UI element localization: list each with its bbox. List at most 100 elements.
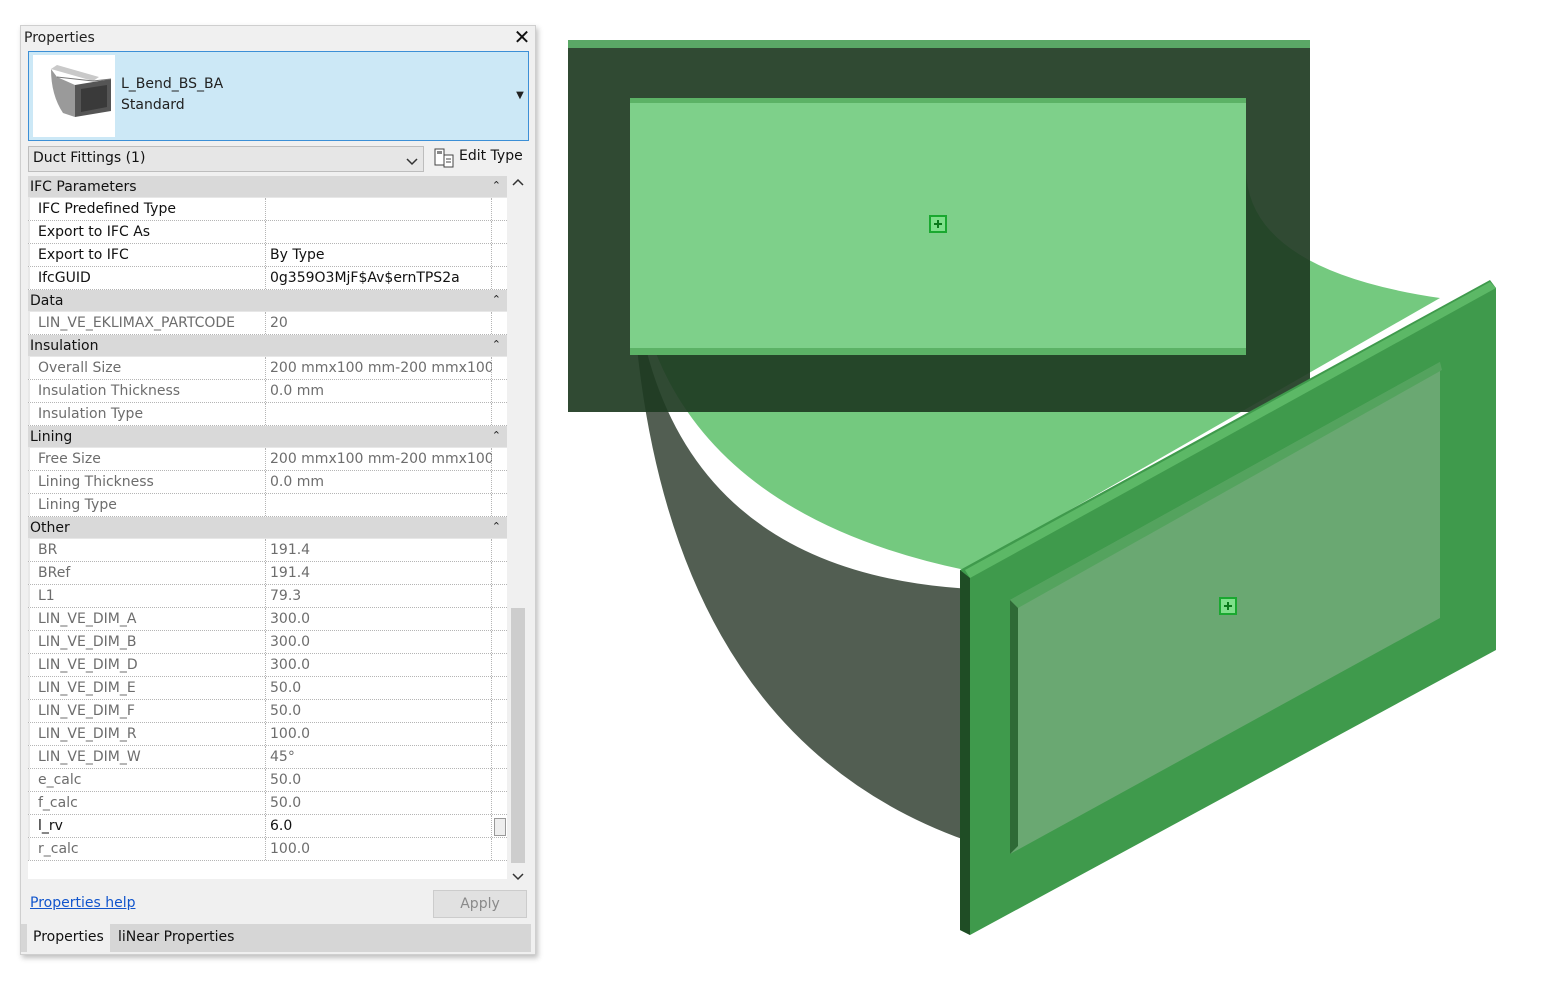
property-name: L1 <box>38 588 55 604</box>
property-row[interactable]: Lining Thickness 0.0 mm <box>28 471 507 494</box>
property-row[interactable]: IfcGUID 0g359O3MjF$Av$ernTPS2a <box>28 267 507 290</box>
property-row[interactable]: l_rv 6.0 <box>28 815 507 838</box>
property-name: BRef <box>38 565 71 581</box>
property-value[interactable]: 6.0 <box>270 818 492 834</box>
type-family-name: L_Bend_BS_BA <box>121 76 224 92</box>
property-value: 50.0 <box>270 680 302 696</box>
property-row[interactable]: LIN_VE_EKLIMAX_PARTCODE 20 <box>28 312 507 335</box>
group-lining[interactable]: Lining ⌃ <box>28 426 507 448</box>
collapse-chevron-icon[interactable]: ⌃ <box>492 338 501 351</box>
scroll-down-icon[interactable] <box>512 873 524 884</box>
property-row[interactable]: Export to IFC By Type <box>28 244 507 267</box>
property-name: Overall Size <box>38 360 122 376</box>
property-value: 0.0 mm <box>270 474 324 490</box>
property-name: Free Size <box>38 451 101 467</box>
collapse-chevron-icon[interactable]: ⌃ <box>492 179 501 192</box>
property-row[interactable]: Insulation Thickness 0.0 mm <box>28 380 507 403</box>
collapse-chevron-icon[interactable]: ⌃ <box>492 293 501 306</box>
property-value: 200 mmx100 mm-200 mmx100... <box>270 451 492 467</box>
property-name: l_rv <box>38 818 63 834</box>
property-name: LIN_VE_DIM_W <box>38 749 141 765</box>
property-row[interactable]: IFC Predefined Type <box>28 198 507 221</box>
group-label: Other <box>30 520 70 536</box>
property-row[interactable]: LIN_VE_DIM_B 300.0 <box>28 631 507 654</box>
apply-button[interactable]: Apply <box>433 890 527 918</box>
property-value: 200 mmx100 mm-200 mmx100... <box>270 360 492 376</box>
property-value: 100.0 <box>270 726 311 742</box>
property-value: 0.0 mm <box>270 383 324 399</box>
type-selector[interactable]: L_Bend_BS_BA Standard ▼ <box>28 51 529 141</box>
palette-title: Properties <box>24 30 95 46</box>
property-row[interactable]: e_calc 50.0 <box>28 769 507 792</box>
group-data[interactable]: Data ⌃ <box>28 290 507 312</box>
property-row[interactable]: f_calc 50.0 <box>28 792 507 815</box>
property-row[interactable]: LIN_VE_DIM_A 300.0 <box>28 608 507 631</box>
property-row[interactable]: L1 79.3 <box>28 585 507 608</box>
group-label: IFC Parameters <box>30 179 137 195</box>
group-label: Lining <box>30 429 73 445</box>
connector-marker-icon <box>929 215 947 233</box>
property-row[interactable]: LIN_VE_DIM_E 50.0 <box>28 677 507 700</box>
group-label: Insulation <box>30 338 99 354</box>
filter-label: Duct Fittings (1) <box>33 150 146 166</box>
property-row[interactable]: BRef 191.4 <box>28 562 507 585</box>
properties-grid: IFC Parameters ⌃ IFC Predefined Type Exp… <box>28 176 507 879</box>
property-name: Export to IFC As <box>38 224 151 240</box>
property-value: 50.0 <box>270 772 302 788</box>
scrollbar-thumb[interactable] <box>511 608 525 863</box>
property-row[interactable]: Insulation Type <box>28 403 507 426</box>
property-row[interactable]: Free Size 200 mmx100 mm-200 mmx100... <box>28 448 507 471</box>
property-value: 191.4 <box>270 565 311 581</box>
duct-bend-model[interactable] <box>560 30 1520 950</box>
edit-type-icon <box>433 147 455 173</box>
edit-type-button[interactable]: Edit Type <box>431 146 529 170</box>
property-row[interactable]: r_calc 100.0 <box>28 838 507 861</box>
property-row[interactable]: LIN_VE_DIM_R 100.0 <box>28 723 507 746</box>
type-dropdown-icon[interactable]: ▼ <box>514 90 526 102</box>
grid-scrollbar[interactable] <box>509 176 527 886</box>
property-name: e_calc <box>38 772 82 788</box>
property-value: 100.0 <box>270 841 311 857</box>
property-value: 300.0 <box>270 611 311 627</box>
value-edit-button[interactable] <box>494 818 506 836</box>
property-row[interactable]: Overall Size 200 mmx100 mm-200 mmx100... <box>28 357 507 380</box>
close-icon[interactable]: ✕ <box>513 26 531 48</box>
property-name: LIN_VE_DIM_R <box>38 726 137 742</box>
property-value: 50.0 <box>270 703 302 719</box>
property-row[interactable]: LIN_VE_DIM_W 45° <box>28 746 507 769</box>
property-value[interactable]: 0g359O3MjF$Av$ernTPS2a <box>270 270 492 286</box>
property-name: LIN_VE_DIM_F <box>38 703 135 719</box>
edit-type-label: Edit Type <box>459 148 523 164</box>
group-label: Data <box>30 293 64 309</box>
scroll-up-icon[interactable] <box>512 178 524 189</box>
collapse-chevron-icon[interactable]: ⌃ <box>492 520 501 533</box>
tab-linear-properties[interactable]: liNear Properties <box>112 924 240 952</box>
property-row[interactable]: LIN_VE_DIM_F 50.0 <box>28 700 507 723</box>
property-row[interactable]: BR 191.4 <box>28 539 507 562</box>
property-name: LIN_VE_DIM_B <box>38 634 137 650</box>
3d-viewport[interactable] <box>560 30 1520 950</box>
element-filter-dropdown[interactable]: Duct Fittings (1) <box>28 146 424 172</box>
property-name: Lining Type <box>38 497 117 513</box>
group-insulation[interactable]: Insulation ⌃ <box>28 335 507 357</box>
group-other[interactable]: Other ⌃ <box>28 517 507 539</box>
property-value: 79.3 <box>270 588 302 604</box>
property-name: IFC Predefined Type <box>38 201 176 217</box>
properties-help-link[interactable]: Properties help <box>30 895 135 911</box>
property-value[interactable]: By Type <box>270 247 492 263</box>
property-value: 45° <box>270 749 295 765</box>
property-name: f_calc <box>38 795 78 811</box>
tab-properties[interactable]: Properties <box>27 924 110 952</box>
property-row[interactable]: LIN_VE_DIM_D 300.0 <box>28 654 507 677</box>
property-name: BR <box>38 542 58 558</box>
property-row[interactable]: Export to IFC As <box>28 221 507 244</box>
property-value: 50.0 <box>270 795 302 811</box>
chevron-down-icon <box>405 152 419 171</box>
properties-palette: Properties ✕ L_Bend_BS_BA Standard ▼ Duc… <box>20 25 536 955</box>
collapse-chevron-icon[interactable]: ⌃ <box>492 429 501 442</box>
property-name: Insulation Thickness <box>38 383 181 399</box>
palette-titlebar[interactable]: Properties ✕ <box>21 26 535 50</box>
palette-tabs: Properties liNear Properties <box>21 924 531 952</box>
property-row[interactable]: Lining Type <box>28 494 507 517</box>
group-ifc-parameters[interactable]: IFC Parameters ⌃ <box>28 176 507 198</box>
